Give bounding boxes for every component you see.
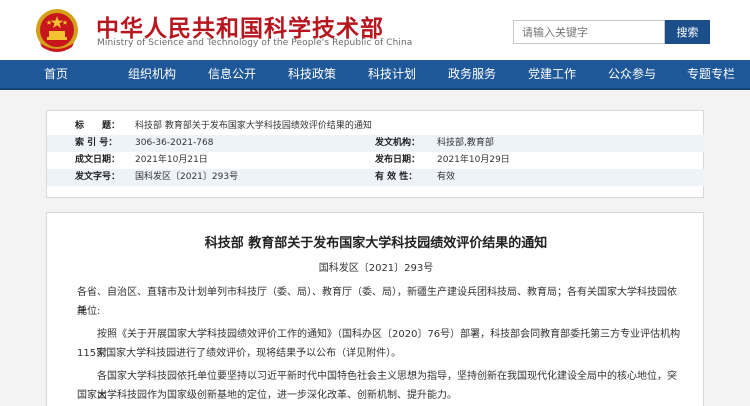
site-subtitle: Ministry of Science and Technology of th… [97, 38, 413, 48]
nav-item-organization[interactable]: 组织机构 [112, 60, 192, 88]
nav-item-programs[interactable]: 科技计划 [352, 60, 432, 88]
meta-row-index: 索 引 号： 306-36-2021-768 发文机构： 科技部,教育部 [47, 135, 705, 152]
meta-row-dates: 成文日期： 2021年10月21日 发布日期： 2021年10月29日 [47, 152, 705, 169]
nav-item-home[interactable]: 首页 [0, 60, 112, 88]
nav-item-special-topics[interactable]: 专题专栏 [672, 60, 750, 88]
search-button[interactable]: 搜索 [665, 20, 710, 44]
meta-value: 科技部 教育部关于发布国家大学科技园绩效评价结果的通知 [135, 121, 372, 131]
meta-label: 标 题： [75, 121, 121, 131]
meta-label: 发文机构： [375, 138, 421, 148]
meta-row-docno: 发文字号： 国科发区〔2021〕293号 有 效 性： 有效 [47, 169, 705, 186]
document-metadata: 标 题： 科技部 教育部关于发布国家大学科技园绩效评价结果的通知 索 引 号： … [46, 110, 705, 198]
nav-item-public-participation[interactable]: 公众参与 [592, 60, 672, 88]
meta-label: 有 效 性： [375, 172, 418, 182]
national-emblem-icon[interactable] [32, 7, 82, 55]
nav-item-services[interactable]: 政务服务 [432, 60, 512, 88]
search-input[interactable] [513, 20, 665, 44]
meta-value: 科技部,教育部 [437, 138, 494, 148]
paragraph-line: 115家国家大学科技园进行了绩效评价，现将结果予以公布（详见附件）。 [77, 348, 402, 359]
main-nav: 首页 组织机构 信息公开 科技政策 科技计划 政务服务 党建工作 公众参与 专题… [0, 60, 750, 90]
nav-item-information[interactable]: 信息公开 [192, 60, 272, 88]
article-title: 科技部 教育部关于发布国家大学科技园绩效评价结果的通知 [204, 236, 548, 251]
meta-value: 306-36-2021-768 [135, 138, 214, 148]
article-doc-number: 国科发区〔2021〕293号 [318, 263, 434, 274]
meta-value: 2021年10月21日 [135, 155, 208, 165]
meta-label: 索 引 号： [75, 138, 118, 148]
meta-label: 发文字号： [75, 172, 121, 182]
nav-item-party-building[interactable]: 党建工作 [512, 60, 592, 88]
meta-value: 有效 [437, 172, 456, 182]
meta-label: 成文日期： [75, 155, 121, 165]
paragraph-line: 国家大学科技园作为国家级创新基地的定位，进一步深化改革、创新机制、提升能力。 [77, 390, 457, 401]
paragraph-line: 单位: [77, 306, 101, 317]
meta-label: 发布日期： [375, 155, 421, 165]
meta-value: 国科发区〔2021〕293号 [135, 172, 239, 182]
meta-value: 2021年10月29日 [437, 155, 510, 165]
meta-row-title: 标 题： 科技部 教育部关于发布国家大学科技园绩效评价结果的通知 [47, 118, 705, 135]
article-body: 科技部 教育部关于发布国家大学科技园绩效评价结果的通知 国科发区〔2021〕29… [46, 212, 704, 406]
site-header: 中华人民共和国科学技术部 Ministry of Science and Tec… [0, 0, 750, 60]
nav-item-policy[interactable]: 科技政策 [272, 60, 352, 88]
